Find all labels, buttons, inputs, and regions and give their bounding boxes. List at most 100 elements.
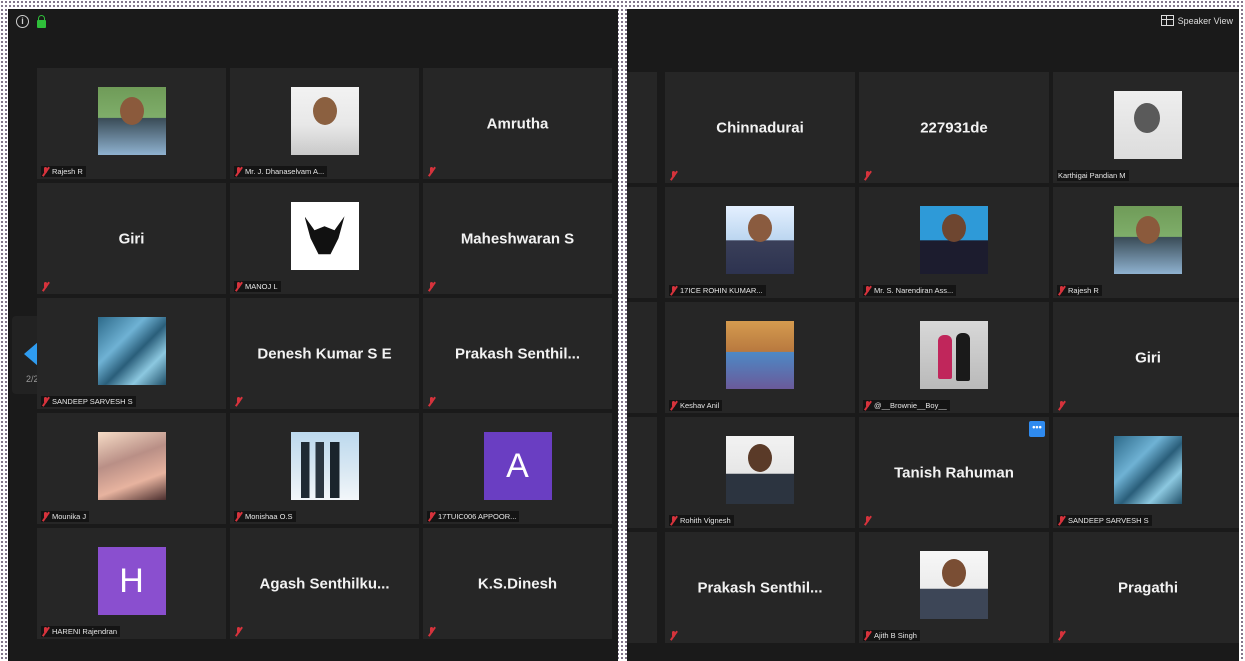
participant-avatar [97, 432, 166, 501]
participant-tile[interactable]: Maheshwaran S [423, 183, 612, 294]
participant-display-name: Giri [1135, 349, 1161, 366]
mic-muted-icon [42, 282, 49, 291]
participant-label [234, 396, 245, 407]
participant-tile[interactable]: Pragathi [1053, 532, 1239, 643]
participant-avatar [290, 202, 359, 271]
participant-display-name: Denesh Kumar S E [257, 345, 392, 362]
mic-muted-icon [42, 397, 49, 406]
participant-tile[interactable]: Agash Senthilku... [230, 528, 419, 639]
mic-muted-icon [428, 167, 435, 176]
participant-tile[interactable]: MANOJ L [230, 183, 419, 294]
participant-display-name: Agash Senthilku... [259, 575, 390, 592]
mic-muted-icon [428, 627, 435, 636]
participant-tile[interactable]: Monishaa O.S [230, 413, 419, 524]
mic-muted-icon [235, 627, 242, 636]
mic-muted-icon [670, 171, 677, 180]
participant-tile[interactable]: Mr. J. Dhanaselvam A... [230, 68, 419, 179]
mic-muted-icon [670, 401, 677, 410]
participant-tile[interactable]: H HARENI Rajendran [37, 528, 226, 639]
participant-display-name: Amrutha [486, 115, 549, 132]
participant-display-name: Maheshwaran S [460, 230, 575, 247]
participant-tile[interactable]: Karthigai Pandian M [1053, 72, 1239, 183]
participant-tile[interactable]: Amrutha [423, 68, 612, 179]
participant-display-name: Prakash Senthil... [454, 345, 581, 362]
participant-tile[interactable]: @__Brownie__Boy__ [859, 302, 1049, 413]
participant-avatar [726, 321, 794, 390]
participant-tile[interactable]: 227931de [859, 72, 1049, 183]
participant-name-label: MANOJ L [245, 282, 278, 291]
participant-tile[interactable]: Mr. S. Narendiran Ass... [859, 187, 1049, 298]
participant-tile[interactable]: Rajesh R [37, 68, 226, 179]
lock-icon[interactable] [37, 14, 46, 28]
participant-tile[interactable]: A 17TUIC006 APPOOR... [423, 413, 612, 524]
participant-tile[interactable]: SANDEEP SARVESH S [1053, 417, 1239, 528]
participant-tile[interactable]: Rajesh R [1053, 187, 1239, 298]
participant-avatar [920, 321, 988, 390]
participant-name-label: Rajesh R [52, 167, 83, 176]
mic-muted-icon [670, 631, 677, 640]
participant-tile[interactable]: Mounika J [37, 413, 226, 524]
participant-label: MANOJ L [234, 281, 281, 292]
participant-label [234, 626, 245, 637]
participant-label: SANDEEP SARVESH S [41, 396, 136, 407]
participant-tile[interactable]: SANDEEP SARVESH S [37, 298, 226, 409]
participant-label: Ajith B Singh [863, 630, 920, 641]
participant-tile[interactable]: 17ICE ROHIN KUMAR... [665, 187, 855, 298]
partial-tile [627, 302, 657, 413]
mic-muted-icon [235, 282, 242, 291]
participant-name-label: Keshav Anil [680, 401, 720, 410]
participant-tile[interactable]: Keshav Anil [665, 302, 855, 413]
participant-name-label: Karthigai Pandian M [1058, 171, 1126, 180]
mic-muted-icon [1058, 401, 1065, 410]
participant-label: Keshav Anil [669, 400, 723, 411]
participant-label: Mr. J. Dhanaselvam A... [234, 166, 328, 177]
mic-muted-icon [1058, 516, 1065, 525]
participant-name-label: Rohith Vignesh [680, 516, 731, 525]
mic-muted-icon [1058, 286, 1065, 295]
mic-muted-icon [1058, 631, 1065, 640]
participant-tile[interactable]: Prakash Senthil... [423, 298, 612, 409]
mic-muted-icon [235, 512, 242, 521]
participant-tile[interactable]: Ajith B Singh [859, 532, 1049, 643]
mic-muted-icon [864, 516, 871, 525]
participant-tile[interactable]: Giri [1053, 302, 1239, 413]
mic-muted-icon [864, 286, 871, 295]
participant-label: Karthigai Pandian M [1057, 170, 1129, 181]
participant-label [427, 166, 438, 177]
speaker-view-button[interactable]: Speaker View [1160, 15, 1233, 26]
participant-label [1057, 630, 1068, 641]
mic-muted-icon [235, 167, 242, 176]
participant-label: Rohith Vignesh [669, 515, 734, 526]
info-icon[interactable]: i [16, 15, 29, 28]
participant-name-label: Rajesh R [1068, 286, 1099, 295]
participant-label: HARENI Rajendran [41, 626, 121, 637]
participant-name-label: Mr. S. Narendiran Ass... [874, 286, 954, 295]
participant-display-name: K.S.Dinesh [477, 575, 558, 592]
participant-avatar [1114, 206, 1182, 275]
participant-name-label: HARENI Rajendran [52, 627, 118, 636]
participant-grid-left: Rajesh R Mr. J. Dhanaselvam A... Amrutha Gi… [37, 68, 612, 639]
mic-muted-icon [42, 512, 49, 521]
mic-muted-icon [670, 286, 677, 295]
participant-label: Rajesh R [41, 166, 86, 177]
participant-label [669, 630, 680, 641]
participant-label: Mounika J [41, 511, 90, 522]
participant-tile[interactable]: Prakash Senthil... [665, 532, 855, 643]
participant-name-label: Ajith B Singh [874, 631, 917, 640]
participant-label: Mr. S. Narendiran Ass... [863, 285, 957, 296]
participant-tile[interactable]: Chinnadurai [665, 72, 855, 183]
grid-icon [1160, 15, 1174, 26]
participant-tile[interactable]: K.S.Dinesh [423, 528, 612, 639]
participant-tile[interactable]: Giri [37, 183, 226, 294]
participant-tile[interactable]: Tanish Rahuman ••• [859, 417, 1049, 528]
participant-label [41, 281, 52, 292]
participant-name-label: 17ICE ROHIN KUMAR... [680, 286, 763, 295]
participant-label [427, 281, 438, 292]
participant-label [863, 515, 874, 526]
speaker-view-label: Speaker View [1177, 15, 1233, 26]
participant-tile[interactable]: Denesh Kumar S E [230, 298, 419, 409]
more-options-icon[interactable]: ••• [1029, 421, 1045, 437]
participant-display-name: Prakash Senthil... [697, 579, 823, 596]
participant-tile[interactable]: Rohith Vignesh [665, 417, 855, 528]
mic-muted-icon [864, 401, 871, 410]
